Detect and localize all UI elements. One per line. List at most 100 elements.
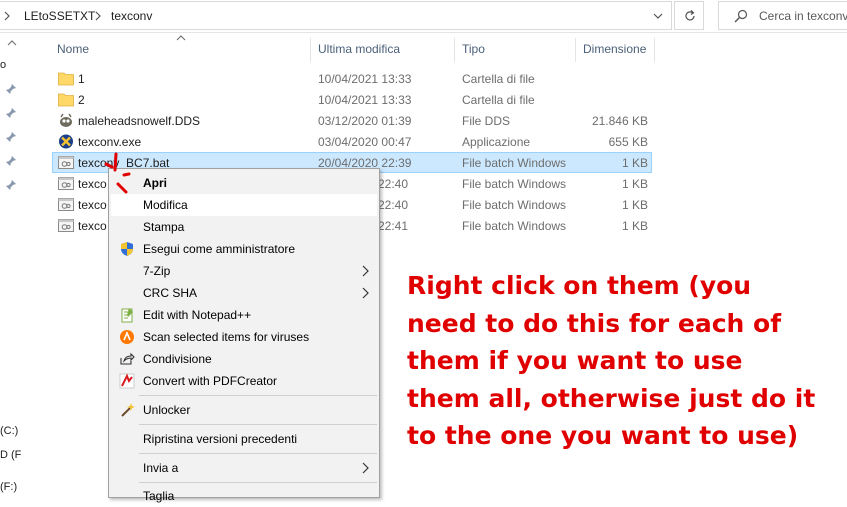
file-type: File batch Windows: [462, 198, 567, 212]
menu-item-unlocker[interactable]: Unlocker: [111, 399, 377, 421]
menu-item-restore-versions[interactable]: Ripristina versioni precedenti: [111, 428, 377, 450]
folder-icon: [58, 72, 74, 86]
navigation-pane[interactable]: o (C:) D (F (F:): [0, 33, 22, 495]
column-divider[interactable]: [654, 38, 655, 62]
pin-icon: [6, 132, 16, 142]
annotation-line: need to do this for each of: [407, 308, 782, 338]
file-type: Applicazione: [462, 135, 531, 149]
annotation-line: to the one you want to use): [407, 421, 799, 450]
file-modified: 22:41: [378, 219, 409, 233]
breadcrumb-item-letossetxt[interactable]: LEtoSSETXT: [24, 9, 95, 23]
batch-file-icon: [58, 156, 74, 169]
search-placeholder[interactable]: Cerca in texconv: [759, 9, 847, 23]
file-size: 1 KB: [621, 219, 648, 233]
context-menu: Apri Modifica Stampa Esegui come amminis…: [108, 168, 380, 503]
file-type: File batch Windows: [462, 177, 567, 191]
refresh-icon: [685, 10, 695, 21]
menu-item-label: Modifica: [143, 198, 188, 212]
file-row[interactable]: maleheadsnowelf.DDS 03/12/2020 01:39 Fil…: [52, 110, 652, 131]
annotation-line: them all, otherwise just do it: [407, 383, 816, 413]
nav-drive-f2[interactable]: (F:): [0, 481, 17, 493]
menu-item-taglia[interactable]: Taglia: [111, 485, 377, 507]
search-box[interactable]: Cerca in texconv: [718, 1, 847, 30]
file-type: Cartella di file: [462, 93, 535, 107]
nav-item-partial[interactable]: o: [0, 59, 6, 71]
breadcrumb-item-texconv[interactable]: texconv: [111, 9, 152, 23]
menu-item-label: Apri: [143, 176, 167, 190]
menu-item-stampa[interactable]: Stampa: [111, 216, 377, 238]
file-row[interactable]: texconv.exe 03/04/2020 00:47 Applicazion…: [52, 131, 652, 152]
scroll-up-icon[interactable]: [7, 39, 17, 47]
file-type: Cartella di file: [462, 72, 535, 86]
file-row[interactable]: 1 10/04/2021 13:33 Cartella di file: [52, 68, 652, 89]
file-name: 1: [78, 72, 85, 86]
unlocker-wand-icon: [121, 403, 135, 417]
file-modified: 03/04/2020 00:47: [318, 135, 412, 149]
breadcrumb-separator-icon[interactable]: [95, 11, 103, 21]
column-header-type[interactable]: Tipo: [462, 42, 485, 56]
search-icon: [734, 9, 748, 23]
menu-item-notepadpp[interactable]: Edit with Notepad++: [111, 304, 377, 326]
menu-item-invia-a[interactable]: Invia a: [111, 457, 377, 479]
file-modified: 22:40: [378, 198, 409, 212]
menu-item-label: Edit with Notepad++: [143, 308, 252, 322]
file-name: 2: [78, 93, 85, 107]
file-name: texco: [78, 177, 107, 191]
menu-item-apri[interactable]: Apri: [111, 172, 377, 194]
menu-item-7zip[interactable]: 7-Zip: [111, 260, 377, 282]
file-size: 1 KB: [621, 198, 648, 212]
file-name: texconv.exe: [78, 135, 142, 149]
menu-item-crc-sha[interactable]: CRC SHA: [111, 282, 377, 304]
file-size: 655 KB: [608, 135, 648, 149]
batch-file-icon: [58, 198, 74, 211]
submenu-arrow-icon: [362, 265, 369, 277]
menu-item-scan-viruses[interactable]: Scan selected items for viruses: [111, 326, 377, 348]
chevron-right-icon: [4, 11, 10, 21]
file-size: 1 KB: [621, 177, 648, 191]
pin-icon: [6, 156, 16, 166]
file-modified: 22:40: [378, 177, 409, 191]
menu-item-label: Scan selected items for viruses: [143, 330, 310, 344]
file-row[interactable]: 2 10/04/2021 13:33 Cartella di file: [52, 89, 652, 110]
menu-item-label: Esegui come amministratore: [143, 242, 296, 256]
file-type: File DDS: [462, 114, 511, 128]
column-divider[interactable]: [454, 38, 455, 62]
pin-icon: [6, 108, 16, 118]
chevron-down-icon[interactable]: [652, 10, 664, 22]
menu-item-run-as-admin[interactable]: Esegui come amministratore: [111, 238, 377, 260]
annotation-line: them if you want to use: [407, 346, 743, 375]
menu-item-pdfcreator[interactable]: Convert with PDFCreator: [111, 370, 377, 392]
file-type: File batch Windows: [462, 219, 567, 233]
menu-item-label: Unlocker: [143, 403, 191, 417]
menu-separator: [139, 424, 377, 425]
menu-item-label: 7-Zip: [143, 264, 171, 278]
column-header-size[interactable]: Dimensione: [583, 42, 646, 56]
submenu-arrow-icon: [362, 462, 369, 474]
file-size: 21.846 KB: [591, 114, 648, 128]
pin-icon: [6, 180, 16, 190]
address-bar[interactable]: LEtoSSETXT texconv: [0, 1, 672, 30]
menu-item-label: Convert with PDFCreator: [143, 374, 278, 388]
pdfcreator-icon: [119, 373, 135, 389]
pin-icon: [6, 84, 16, 94]
menu-item-label: CRC SHA: [143, 286, 198, 300]
column-header-row: Nome Ultima modifica Tipo Dimensione: [52, 35, 662, 62]
nav-drive-f[interactable]: D (F: [0, 449, 21, 461]
menu-item-label: Condivisione: [143, 352, 212, 366]
column-header-name[interactable]: Nome: [57, 42, 89, 56]
column-header-modified[interactable]: Ultima modifica: [318, 42, 400, 56]
column-divider[interactable]: [575, 38, 576, 62]
annotation-text: Right click on them (you need to do this…: [407, 267, 843, 455]
batch-file-icon: [58, 219, 74, 232]
menu-item-condivisione[interactable]: Condivisione: [111, 348, 377, 370]
refresh-button[interactable]: [674, 1, 704, 30]
uac-shield-icon: [121, 242, 133, 256]
share-icon: [120, 352, 135, 365]
avast-icon: [120, 330, 134, 344]
column-divider[interactable]: [310, 38, 311, 62]
menu-item-modifica[interactable]: Modifica: [111, 194, 377, 216]
nav-drive-c[interactable]: (C:): [0, 425, 18, 437]
menu-separator: [139, 482, 377, 483]
submenu-arrow-icon: [362, 287, 369, 299]
sort-ascending-icon: [176, 35, 186, 41]
